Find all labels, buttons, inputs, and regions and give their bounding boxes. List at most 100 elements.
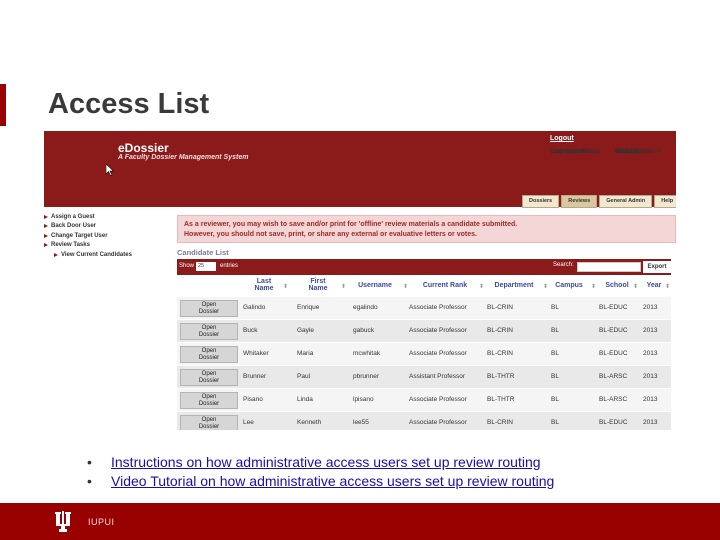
- cell-user: mcwhitak: [353, 350, 381, 357]
- sort-arrows-icon[interactable]: ⬍: [479, 283, 484, 290]
- cell-rank: Assistant Professor: [409, 373, 465, 380]
- cell-last: Buck: [243, 327, 258, 334]
- table-row: Open Dossier Pisano Linda lpisano Associate P…: [177, 389, 671, 411]
- cell-last: Whitaker: [243, 350, 269, 357]
- sort-arrows-icon[interactable]: ⬍: [403, 283, 408, 290]
- cell-rank: Associate Professor: [409, 350, 467, 357]
- cell-first: Gayle: [297, 327, 314, 334]
- sort-arrows-icon[interactable]: ⬍: [665, 283, 670, 290]
- sort-arrows-icon[interactable]: ⬍: [341, 283, 346, 290]
- column-header-first-name[interactable]: First Name: [295, 277, 341, 293]
- sort-arrows-icon[interactable]: ⬍: [283, 283, 288, 290]
- cell-dept: BL-CRIN: [487, 419, 514, 426]
- show-label: Show: [179, 263, 195, 269]
- cell-dept: BL-THTR: [487, 396, 515, 403]
- sidebar-item-label: Assign a Guest: [51, 213, 95, 220]
- column-header-last-name[interactable]: Last Name: [243, 277, 285, 293]
- cell-school: BL-ARSC: [599, 373, 628, 380]
- open-dossier-button[interactable]: Open Dossier: [180, 346, 238, 363]
- triangle-bullet-icon: [44, 233, 48, 238]
- link-item: • Instructions on how administrative acce…: [87, 452, 554, 471]
- cell-user: egalindo: [353, 304, 378, 311]
- cell-school: BL-ARSC: [599, 396, 628, 403]
- nav-tabs: Dossiers Reviews General Admin Help: [522, 195, 676, 208]
- table-row: Open Dossier Lee Kenneth lee55 Associate Prof…: [177, 412, 671, 430]
- cell-first: Paul: [297, 373, 311, 380]
- cell-rank: Associate Professor: [409, 304, 467, 311]
- table-toolbar: Show 25 entries Search: Export: [177, 259, 671, 275]
- cell-year: 2013: [643, 373, 658, 380]
- triangle-bullet-icon: [44, 214, 48, 219]
- candidate-table: Show 25 entries Search: Export Last Name ⬍…: [177, 259, 671, 430]
- cell-year: 2013: [643, 350, 658, 357]
- export-button[interactable]: Export: [643, 261, 671, 273]
- cell-campus: BL: [551, 419, 559, 426]
- cell-year: 2013: [643, 327, 658, 334]
- edossier-screenshot: eDossier A Faculty Dossier Management Sy…: [44, 131, 676, 430]
- cell-campus: BL: [551, 396, 559, 403]
- cell-user: pbrunner: [353, 373, 380, 380]
- cell-last: Galindo: [243, 304, 266, 311]
- column-header-school[interactable]: School: [597, 277, 637, 293]
- notice-line-2: However, you should not save, print, or …: [184, 231, 477, 238]
- cell-last: Pisano: [243, 396, 263, 403]
- logout-link[interactable]: Logout: [550, 135, 574, 142]
- column-header-campus[interactable]: Campus: [547, 277, 591, 293]
- cell-dept: BL-CRIN: [487, 304, 514, 311]
- cell-campus: BL: [551, 350, 559, 357]
- sidebar-menu: Assign a Guest Back Door User Change Targe…: [44, 212, 174, 260]
- sort-arrows-icon[interactable]: ⬍: [633, 283, 638, 290]
- app-header: eDossier A Faculty Dossier Management Sy…: [44, 131, 676, 208]
- table-row: Open Dossier Buck Gayle gabuck Associate Prof…: [177, 320, 671, 342]
- sidebar-item-change-target-user[interactable]: Change Target User: [44, 231, 174, 241]
- sort-arrows-icon[interactable]: ⬍: [591, 283, 596, 290]
- cell-first: Enrique: [297, 304, 320, 311]
- cell-first: Kenneth: [297, 419, 322, 426]
- sidebar-item-label: View Current Candidates: [61, 251, 132, 258]
- tab-reviews[interactable]: Reviews: [561, 195, 598, 208]
- column-header-current-rank[interactable]: Current Rank: [409, 277, 481, 293]
- table-row: Open Dossier Galindo Enrique egalindo Associa…: [177, 297, 671, 319]
- link-item: • Video Tutorial on how administrative ac…: [87, 471, 554, 490]
- cell-rank: Associate Professor: [409, 327, 467, 334]
- sidebar-item-review-tasks[interactable]: Review Tasks: [44, 241, 174, 251]
- open-dossier-button[interactable]: Open Dossier: [180, 300, 238, 317]
- cell-last: Brunner: [243, 373, 267, 380]
- triangle-bullet-icon: [54, 252, 58, 257]
- open-dossier-button[interactable]: Open Dossier: [180, 415, 238, 430]
- cell-user: lee55: [353, 419, 369, 426]
- column-header-username[interactable]: Username: [349, 277, 401, 293]
- search-input[interactable]: [577, 262, 641, 272]
- slide-title: Access List: [48, 88, 210, 120]
- entries-label: entries: [220, 263, 239, 269]
- open-dossier-button[interactable]: Open Dossier: [180, 392, 238, 409]
- bullet-point: •: [87, 453, 92, 470]
- sidebar-item-label: Back Door User: [51, 223, 97, 230]
- page-size-select[interactable]: 25: [196, 262, 216, 271]
- sidebar-item-back-door-user[interactable]: Back Door User: [44, 222, 174, 232]
- tab-general-admin[interactable]: General Admin: [599, 195, 653, 208]
- instructions-link[interactable]: Instructions on how administrative acces…: [111, 454, 541, 470]
- iu-trident-logo: [55, 511, 71, 532]
- sidebar-item-view-current-candidates[interactable]: View Current Candidates: [44, 250, 174, 260]
- cell-user: lpisano: [353, 396, 374, 403]
- tab-dossiers[interactable]: Dossiers: [522, 195, 560, 208]
- column-header-department[interactable]: Department: [485, 277, 543, 293]
- cell-first: Maria: [297, 350, 314, 357]
- cell-campus: BL: [551, 373, 559, 380]
- bullet-point: •: [87, 472, 92, 489]
- footer-bar: IUPUI: [0, 503, 720, 540]
- app-name: eDossier: [118, 141, 169, 155]
- open-dossier-button[interactable]: Open Dossier: [180, 323, 238, 340]
- resource-links: • Instructions on how administrative acce…: [87, 452, 554, 490]
- search-label: Search:: [553, 262, 574, 268]
- cell-dept: BL-THTR: [487, 373, 515, 380]
- user-info-label: User Department:: [550, 148, 602, 155]
- tab-help[interactable]: Help: [654, 195, 676, 208]
- sidebar-item-assign-a-guest[interactable]: Assign a Guest: [44, 212, 174, 222]
- video-tutorial-link[interactable]: Video Tutorial on how administrative acc…: [111, 473, 554, 489]
- open-dossier-button[interactable]: Open Dossier: [180, 369, 238, 386]
- mouse-cursor-icon: [106, 164, 114, 176]
- cell-school: BL-EDUC: [599, 350, 628, 357]
- triangle-bullet-icon: [44, 224, 48, 229]
